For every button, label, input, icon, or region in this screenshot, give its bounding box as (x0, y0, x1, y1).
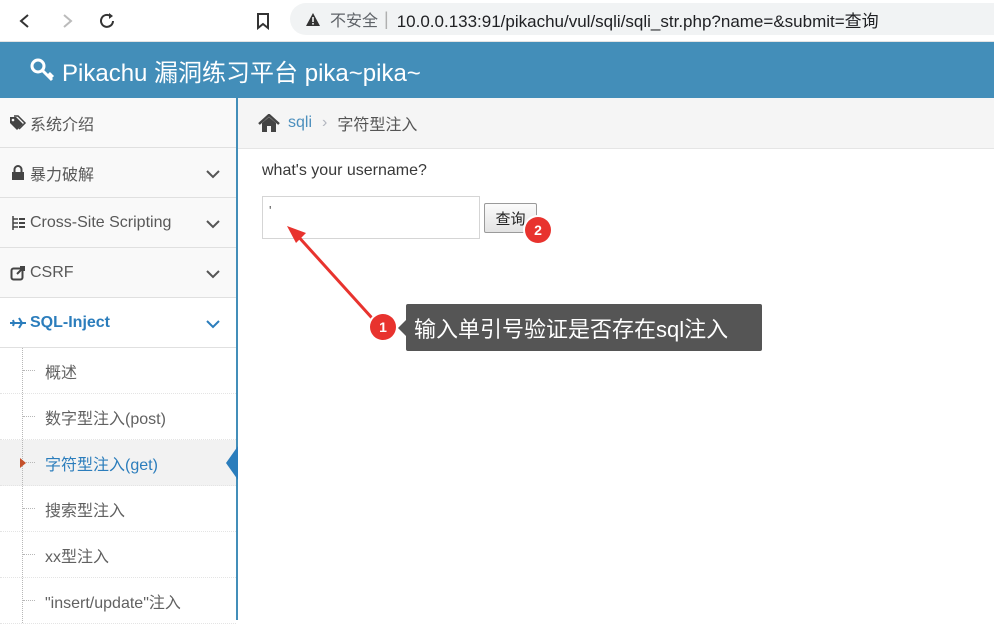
annotation-callout: 输入单引号验证是否存在sql注入 (398, 304, 762, 351)
sidebar-item-xss[interactable]: Cross-Site Scripting (0, 198, 236, 248)
chevron-down-icon (206, 266, 220, 284)
submenu-item-label: 数字型注入(post) (45, 410, 166, 428)
bookmark-icon (257, 13, 269, 30)
submenu-item-search[interactable]: 搜索型注入 (0, 486, 236, 532)
reload-icon (100, 13, 114, 28)
username-input[interactable] (262, 196, 480, 239)
forward-button[interactable] (54, 8, 80, 34)
sidebar-item-label: Cross-Site Scripting (30, 213, 172, 231)
app-header: Pikachu 漏洞练习平台 pika~pika~ (0, 42, 994, 98)
plane-icon (8, 316, 28, 330)
bookmark-button[interactable] (250, 8, 276, 34)
submenu-item-overview[interactable]: 概述 (0, 348, 236, 394)
submenu-item-label: xx型注入 (45, 548, 110, 566)
sidebar-item-csrf[interactable]: CSRF (0, 248, 236, 298)
back-button[interactable] (12, 8, 38, 34)
tags-icon (8, 114, 28, 131)
sidebar-item-sqli[interactable]: SQL-Inject (0, 298, 236, 348)
breadcrumb-link-sqli[interactable]: sqli (288, 114, 312, 132)
reload-button[interactable] (94, 8, 120, 34)
active-pointer-icon (226, 446, 238, 480)
submenu-item-insert-update[interactable]: "insert/update"注入 (0, 578, 236, 624)
username-prompt: what's your username? (262, 162, 427, 179)
breadcrumb-separator-icon: › (322, 114, 328, 131)
sidebar-item-label: SQL-Inject (30, 313, 111, 331)
warning-icon (304, 10, 322, 28)
security-label: 不安全 (330, 13, 379, 30)
sidebar-item-label: CSRF (30, 263, 74, 281)
sidebar-item-bruteforce[interactable]: 暴力破解 (0, 148, 236, 198)
submenu-item-string[interactable]: 字符型注入(get) (0, 440, 238, 486)
key-icon (30, 57, 56, 83)
breadcrumb: sqli › 字符型注入 (238, 98, 994, 149)
submenu-item-numeric[interactable]: 数字型注入(post) (0, 394, 236, 440)
submenu-item-label: 字符型注入(get) (45, 456, 158, 474)
submenu-item-label: 概述 (45, 364, 78, 382)
chevron-down-icon (206, 316, 220, 334)
sidebar-item-intro[interactable]: 系统介绍 (0, 98, 236, 148)
address-separator: | (384, 8, 389, 29)
list-icon (8, 215, 28, 231)
back-arrow-icon (19, 14, 29, 28)
address-bar[interactable]: 不安全 | 10.0.0.133:91/pikachu/vul/sqli/sql… (290, 3, 994, 35)
submenu-item-label: "insert/update"注入 (45, 594, 181, 612)
submenu-item-label: 搜索型注入 (45, 502, 126, 520)
browser-toolbar: 不安全 | 10.0.0.133:91/pikachu/vul/sqli/sql… (0, 0, 994, 42)
chevron-down-icon (206, 216, 220, 234)
caret-right-icon (20, 458, 26, 468)
lock-icon (8, 164, 28, 181)
sidebar-item-label: 系统介绍 (30, 116, 95, 134)
home-icon[interactable] (258, 113, 280, 133)
share-icon (8, 265, 28, 281)
sidebar-item-label: 暴力破解 (30, 166, 95, 184)
breadcrumb-current: 字符型注入 (337, 117, 418, 134)
annotation-badge-1: 1 (370, 314, 396, 340)
sidebar: 系统介绍 暴力破解 Cross-Site Scripting CSRF SQL-… (0, 98, 238, 624)
forward-arrow-icon (63, 14, 73, 28)
annotation-badge-2: 2 (525, 217, 551, 243)
chevron-down-icon (206, 166, 220, 184)
sqli-submenu: 概述 数字型注入(post) 字符型注入(get) 搜索型注入 xx型注入 "i… (0, 348, 238, 624)
url-text[interactable]: 10.0.0.133:91/pikachu/vul/sqli/sqli_str.… (397, 7, 879, 32)
submenu-item-xx[interactable]: xx型注入 (0, 532, 236, 578)
app-title[interactable]: Pikachu 漏洞练习平台 pika~pika~ (62, 53, 421, 88)
